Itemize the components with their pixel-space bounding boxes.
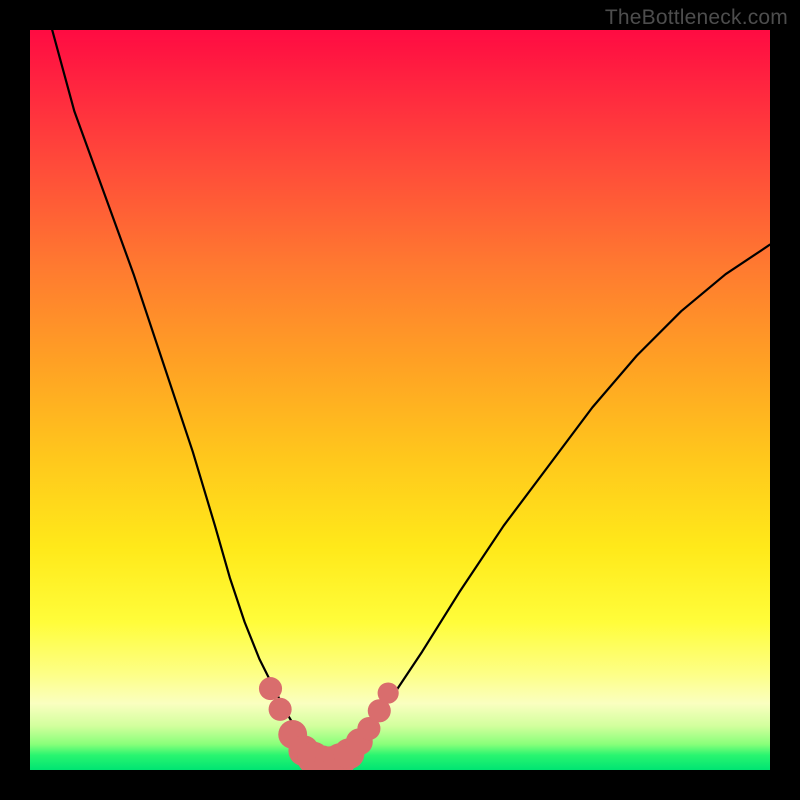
curve-layer [52,30,770,766]
chart-frame: TheBottleneck.com [0,0,800,800]
plot-area [30,30,770,770]
chart-svg [30,30,770,770]
watermark-text: TheBottleneck.com [605,6,788,30]
marker-dot [378,682,399,703]
marker-dot [259,677,282,700]
marker-dot [269,698,292,721]
series-left_curve [52,30,320,763]
series-right_curve [341,245,770,763]
marker-layer [259,677,399,770]
